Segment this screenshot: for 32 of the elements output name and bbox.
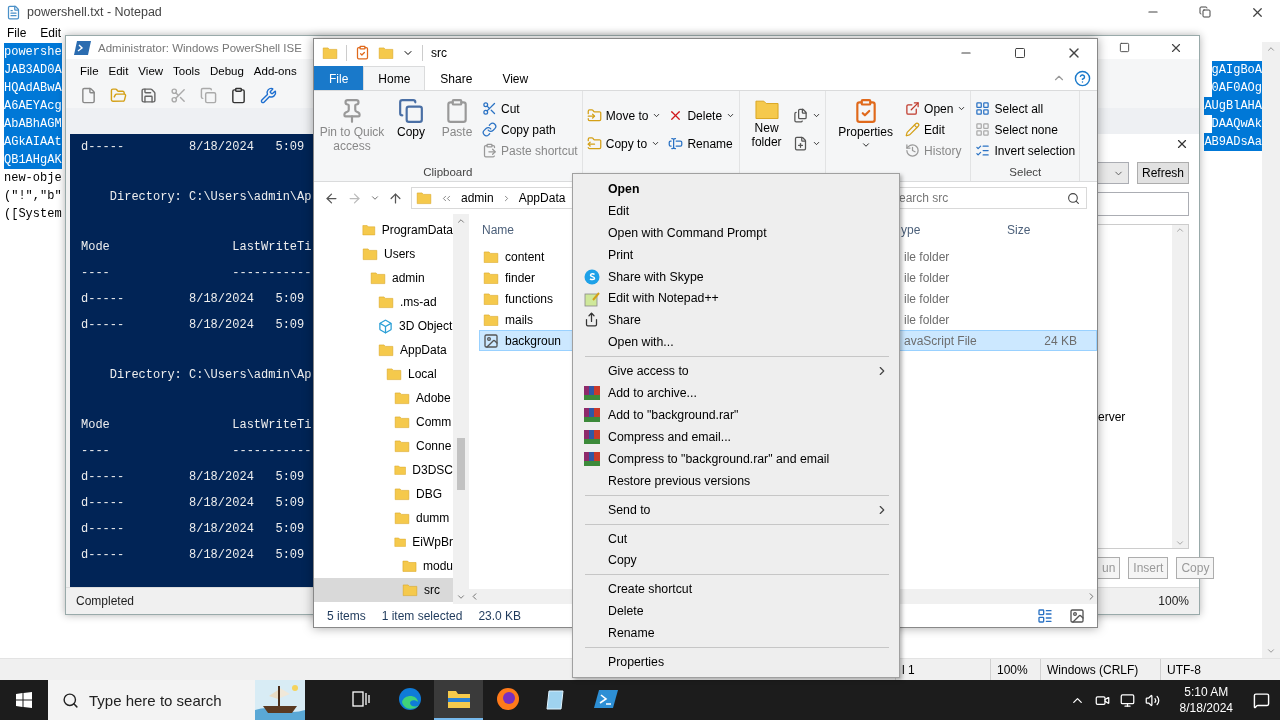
file-size: 24 KB (1043, 333, 1077, 348)
console-line: d----- 8/18/2024 5:09 (81, 547, 306, 564)
console-line: d----- 8/18/2024 5:09 (81, 291, 306, 308)
file-type: avaScript File (903, 333, 978, 348)
file-type: ile folder (903, 270, 951, 285)
status-text: Completed (76, 594, 135, 608)
file-type: ile folder (903, 249, 951, 264)
console-line: d----- 8/18/2024 5:09 (81, 521, 306, 538)
window-title: Administrator: Windows PowerShell ISE (98, 41, 302, 54)
console-line: d----- 8/18/2024 5:09 (81, 469, 306, 486)
console-line: Mode LastWriteTi (81, 239, 313, 256)
text-line: ("!","b" (4, 188, 62, 205)
console-line: d----- 8/18/2024 5:09 (81, 139, 306, 156)
window-title: powershell.txt - Notepad (27, 5, 163, 19)
text-line: ([System (4, 206, 62, 223)
file-type: ile folder (903, 312, 951, 327)
text-line: new-obje (4, 170, 62, 187)
status-text: 5 items (327, 608, 366, 623)
zoom-level: 100% (1158, 594, 1189, 608)
file-type: ile folder (903, 291, 951, 306)
console-line: d----- 8/18/2024 5:09 (81, 317, 306, 334)
console-line: ---- ----------- (81, 265, 313, 282)
window-title: src (431, 45, 448, 60)
console-line: Mode LastWriteTi (81, 417, 313, 434)
console-line: d----- 8/18/2024 5:09 (81, 495, 306, 512)
console-line: Directory: C:\Users\admin\Ap (108, 189, 313, 206)
group-label: Clipboard (422, 166, 474, 180)
group-label: Select (1008, 166, 1043, 180)
status-text: 23.0 KB (478, 608, 522, 623)
console-line: ---- ----------- (81, 443, 313, 460)
status-text: 1 item selected (381, 608, 463, 623)
console-line: Directory: C:\Users\admin\Ap (108, 367, 313, 384)
